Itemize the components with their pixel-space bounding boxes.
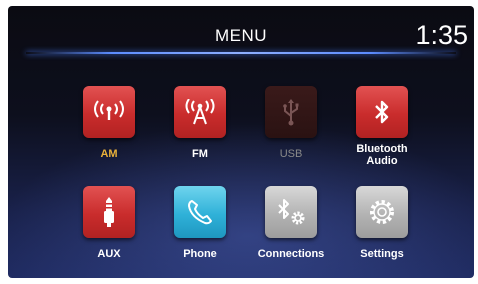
usb-label: USB xyxy=(279,148,303,160)
fm-label: FM xyxy=(192,148,208,160)
menu-item-bluetooth-audio[interactable]: Bluetooth Audio xyxy=(337,86,427,182)
bluetooth-audio-button[interactable] xyxy=(356,86,408,138)
gear-icon xyxy=(367,197,397,227)
aux-plug-icon xyxy=(101,197,117,227)
aux-label: AUX xyxy=(97,248,121,260)
settings-button[interactable] xyxy=(356,186,408,238)
broadcast-icon xyxy=(92,100,126,124)
header-bar: MENU 1:35 xyxy=(8,6,474,62)
radio-tower-icon xyxy=(183,99,217,125)
aux-button[interactable] xyxy=(83,186,135,238)
phone-button[interactable] xyxy=(174,186,226,238)
page-title: MENU xyxy=(214,26,268,45)
connections-button[interactable] xyxy=(265,186,317,238)
connections-label: Connections xyxy=(257,248,325,260)
device-frame: MENU 1:35 AM FM USB Bluetooth Audio AUX … xyxy=(0,0,478,284)
bluetooth-gear-icon xyxy=(275,197,307,227)
menu-item-aux[interactable]: AUX xyxy=(64,186,154,278)
menu-item-am[interactable]: AM xyxy=(64,86,154,182)
settings-label: Settings xyxy=(360,248,404,260)
menu-item-usb: USB xyxy=(246,86,336,182)
menu-item-connections[interactable]: Connections xyxy=(246,186,336,278)
bluetooth-audio-label-line1: Bluetooth xyxy=(356,143,408,155)
bluetooth-audio-label-line2: Audio xyxy=(366,155,398,167)
bluetooth-audio-label: Bluetooth Audio xyxy=(337,143,427,167)
menu-item-settings[interactable]: Settings xyxy=(337,186,427,278)
menu-item-phone[interactable]: Phone xyxy=(155,186,245,278)
header-divider xyxy=(26,52,456,54)
fm-button[interactable] xyxy=(174,86,226,138)
phone-handset-icon xyxy=(185,197,215,227)
bluetooth-icon xyxy=(372,98,392,126)
usb-icon xyxy=(281,98,301,126)
usb-button xyxy=(265,86,317,138)
infotainment-screen: MENU 1:35 AM FM USB Bluetooth Audio AUX … xyxy=(8,6,474,278)
am-label: AM xyxy=(100,148,118,160)
clock: 1:35 xyxy=(415,20,468,50)
phone-label: Phone xyxy=(183,248,217,260)
menu-item-fm[interactable]: FM xyxy=(155,86,245,182)
am-button[interactable] xyxy=(83,86,135,138)
